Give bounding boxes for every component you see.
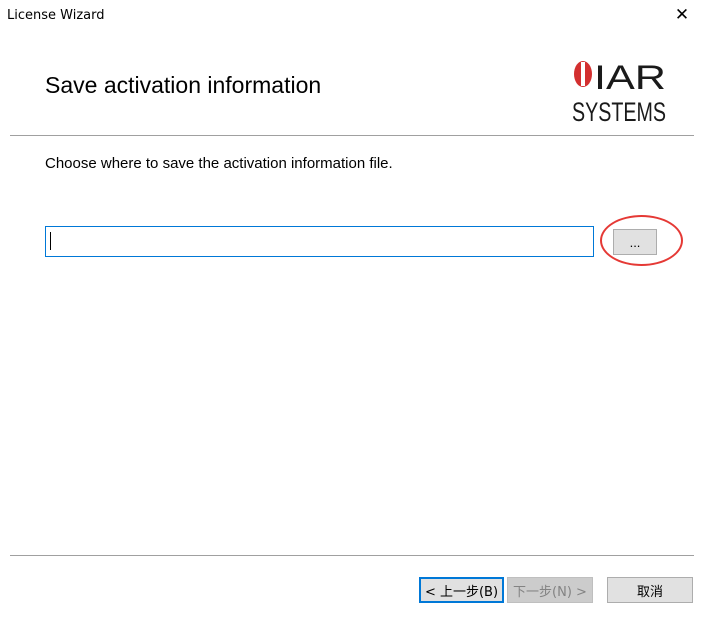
next-button-label: 下一步(N) > bbox=[513, 584, 587, 600]
next-button[interactable]: 下一步(N) > bbox=[507, 577, 593, 603]
header-divider bbox=[10, 135, 694, 136]
iar-logo-icon bbox=[574, 61, 592, 87]
back-button[interactable]: < 上一步(B) bbox=[419, 577, 504, 603]
title-bar: License Wizard ✕ bbox=[0, 0, 705, 32]
logo-brand-top: IAR bbox=[594, 59, 666, 97]
browse-button[interactable]: ... bbox=[613, 229, 657, 255]
logo-brand-bottom: SYSTEMS bbox=[572, 97, 666, 126]
page-title: Save activation information bbox=[45, 72, 322, 98]
close-icon: ✕ bbox=[674, 5, 690, 25]
text-caret bbox=[50, 232, 51, 250]
back-button-label: < 上一步(B) bbox=[424, 584, 499, 600]
cancel-button[interactable]: 取消 bbox=[607, 577, 693, 603]
footer-divider bbox=[10, 555, 694, 556]
window-title: License Wizard bbox=[7, 8, 105, 23]
file-path-input[interactable] bbox=[45, 226, 594, 257]
browse-button-label: ... bbox=[629, 234, 641, 250]
instruction-text: Choose where to save the activation info… bbox=[45, 155, 393, 172]
cancel-button-label: 取消 bbox=[636, 584, 663, 600]
close-button[interactable]: ✕ bbox=[659, 0, 705, 30]
iar-systems-logo: IAR SYSTEMS bbox=[572, 59, 666, 126]
